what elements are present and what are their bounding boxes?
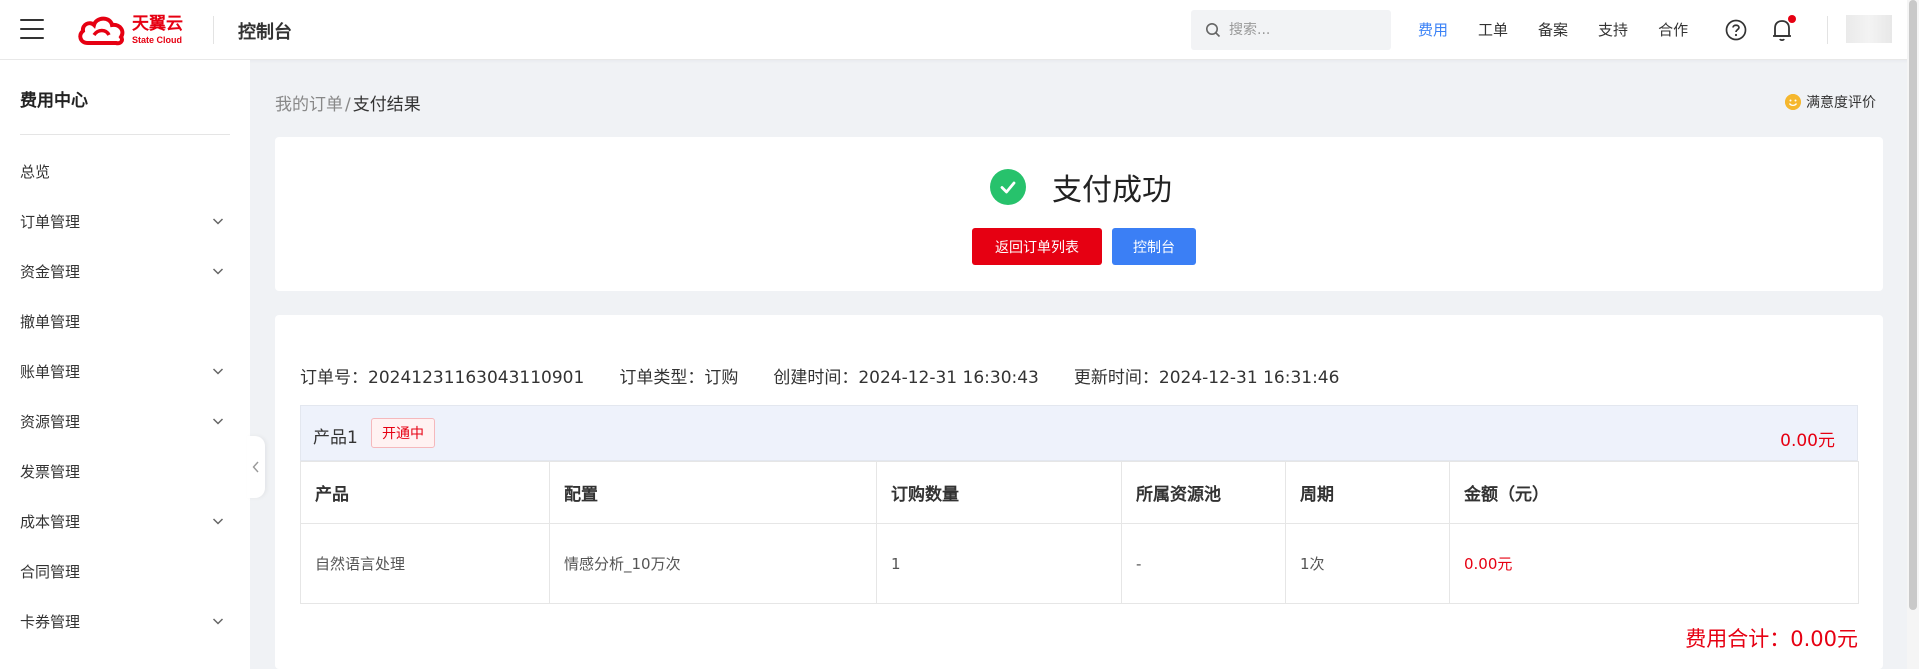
cell-period: 1次	[1285, 523, 1450, 604]
sidebar-item-label: 订单管理	[20, 212, 81, 231]
sidebar-item-contracts[interactable]: 合同管理	[0, 551, 250, 591]
column-header-amount: 金额（元）	[1449, 461, 1859, 524]
order-number: 订单号：20241231163043110901	[300, 368, 585, 388]
cell-quantity: 1	[876, 523, 1122, 604]
order-detail-card: 订单号：20241231163043110901 订单类型：订购 创建时间：20…	[275, 315, 1883, 669]
top-nav: 费用 工单 备案 支持 合作	[1418, 19, 1718, 40]
status-title: 支付成功	[1052, 173, 1172, 208]
chevron-down-icon	[212, 418, 224, 425]
top-bar: 天翼云 State Cloud 控制台 费用 工单 备案 支持 合作	[0, 0, 1919, 60]
sidebar-item-label: 账单管理	[20, 362, 81, 381]
nav-item-partner[interactable]: 合作	[1658, 19, 1688, 40]
sidebar-item-resources[interactable]: 资源管理	[0, 401, 250, 441]
sidebar-item-label: 撤单管理	[20, 312, 81, 331]
chevron-left-icon	[252, 461, 259, 473]
search-icon	[1206, 23, 1221, 38]
sidebar-item-label: 资源管理	[20, 412, 81, 431]
sidebar-item-bills[interactable]: 账单管理	[0, 351, 250, 391]
sidebar-collapse-button[interactable]	[247, 436, 265, 498]
chevron-down-icon	[212, 518, 224, 525]
order-type: 订单类型：订购	[619, 368, 739, 388]
column-header-config: 配置	[549, 461, 877, 524]
table-header-row: 产品 配置 订购数量 所属资源池 周期 金额（元）	[300, 461, 1859, 524]
console-button[interactable]: 控制台	[1112, 228, 1196, 265]
sidebar-item-cancellation[interactable]: 撤单管理	[0, 301, 250, 341]
search-input[interactable]	[1229, 22, 1379, 38]
check-circle-icon	[990, 169, 1026, 205]
notification-dot	[1788, 15, 1796, 23]
search-box[interactable]	[1191, 10, 1391, 50]
breadcrumb-separator: /	[345, 95, 351, 115]
logo-subtext: State Cloud	[132, 34, 183, 45]
total-amount: 费用合计：0.00元	[1685, 627, 1858, 651]
updated-time: 更新时间：2024-12-31 16:31:46	[1073, 368, 1340, 388]
avatar[interactable]	[1846, 15, 1892, 43]
cell-product: 自然语言处理	[300, 523, 550, 604]
logo[interactable]: 天翼云 State Cloud	[76, 13, 183, 47]
sidebar-item-costs[interactable]: 成本管理	[0, 501, 250, 541]
sidebar-item-invoices[interactable]: 发票管理	[0, 451, 250, 491]
cloud-logo-icon	[78, 16, 125, 46]
product-group-name: 产品1	[313, 428, 358, 448]
created-time: 创建时间：2024-12-31 16:30:43	[773, 368, 1039, 388]
column-header-resource-pool: 所属资源池	[1121, 461, 1286, 524]
product-group-header: 产品1 开通中 0.00元	[300, 405, 1858, 461]
divider	[20, 134, 230, 135]
chevron-down-icon	[212, 218, 224, 225]
nav-item-tickets[interactable]: 工单	[1478, 19, 1508, 40]
scrollbar-thumb[interactable]	[1909, 0, 1917, 610]
sidebar: 费用中心 总览 订单管理 资金管理 撤单管理 账单管理 资源管理 发票管理 成本…	[0, 60, 250, 669]
sidebar-title: 费用中心	[20, 91, 88, 111]
column-header-quantity: 订购数量	[876, 461, 1122, 524]
nav-item-support[interactable]: 支持	[1598, 19, 1628, 40]
menu-icon[interactable]	[20, 19, 44, 39]
back-to-orders-button[interactable]: 返回订单列表	[972, 228, 1102, 265]
column-header-period: 周期	[1285, 461, 1450, 524]
chevron-down-icon	[212, 268, 224, 275]
sidebar-item-label: 合同管理	[20, 562, 81, 581]
status-badge: 开通中	[371, 418, 435, 448]
divider	[213, 16, 214, 44]
column-header-product: 产品	[300, 461, 550, 524]
nav-item-fees[interactable]: 费用	[1418, 19, 1448, 40]
breadcrumb-current: 支付结果	[352, 95, 421, 115]
payment-result-card: 支付成功 返回订单列表 控制台	[275, 137, 1883, 291]
sidebar-item-overview[interactable]: 总览	[0, 151, 250, 191]
order-meta: 订单号：20241231163043110901 订单类型：订购 创建时间：20…	[300, 363, 1374, 388]
breadcrumb-link-orders[interactable]: 我的订单	[275, 95, 343, 115]
cell-resource-pool: -	[1121, 523, 1286, 604]
satisfaction-rating-link[interactable]: 满意度评价	[1785, 92, 1876, 112]
nav-item-filing[interactable]: 备案	[1538, 19, 1568, 40]
help-icon[interactable]	[1725, 19, 1747, 41]
cell-config: 情感分析_10万次	[549, 523, 877, 604]
smile-icon	[1785, 94, 1801, 110]
sidebar-item-label: 卡券管理	[20, 612, 81, 631]
sidebar-item-funds[interactable]: 资金管理	[0, 251, 250, 291]
page-scrollbar[interactable]	[1907, 0, 1919, 669]
sidebar-item-label: 发票管理	[20, 462, 81, 481]
order-table: 产品 配置 订购数量 所属资源池 周期 金额（元） 自然语言处理 情感分析_10…	[300, 461, 1859, 604]
chevron-down-icon	[212, 618, 224, 625]
chevron-down-icon	[212, 368, 224, 375]
logo-text: 天翼云	[132, 13, 183, 34]
success-row: 支付成功	[990, 165, 1172, 209]
divider	[1827, 16, 1828, 44]
satisfaction-label: 满意度评价	[1806, 95, 1876, 111]
sidebar-item-orders[interactable]: 订单管理	[0, 201, 250, 241]
table-row: 自然语言处理 情感分析_10万次 1 - 1次 0.00元	[300, 523, 1859, 604]
console-title[interactable]: 控制台	[238, 18, 292, 44]
sidebar-item-label: 资金管理	[20, 262, 81, 281]
cell-amount: 0.00元	[1449, 523, 1859, 604]
sidebar-item-label: 成本管理	[20, 512, 81, 531]
product-group-amount: 0.00元	[1780, 431, 1835, 451]
sidebar-item-coupons[interactable]: 卡券管理	[0, 601, 250, 641]
sidebar-item-label: 总览	[20, 162, 51, 181]
breadcrumb: 我的订单 / 支付结果	[275, 90, 421, 115]
